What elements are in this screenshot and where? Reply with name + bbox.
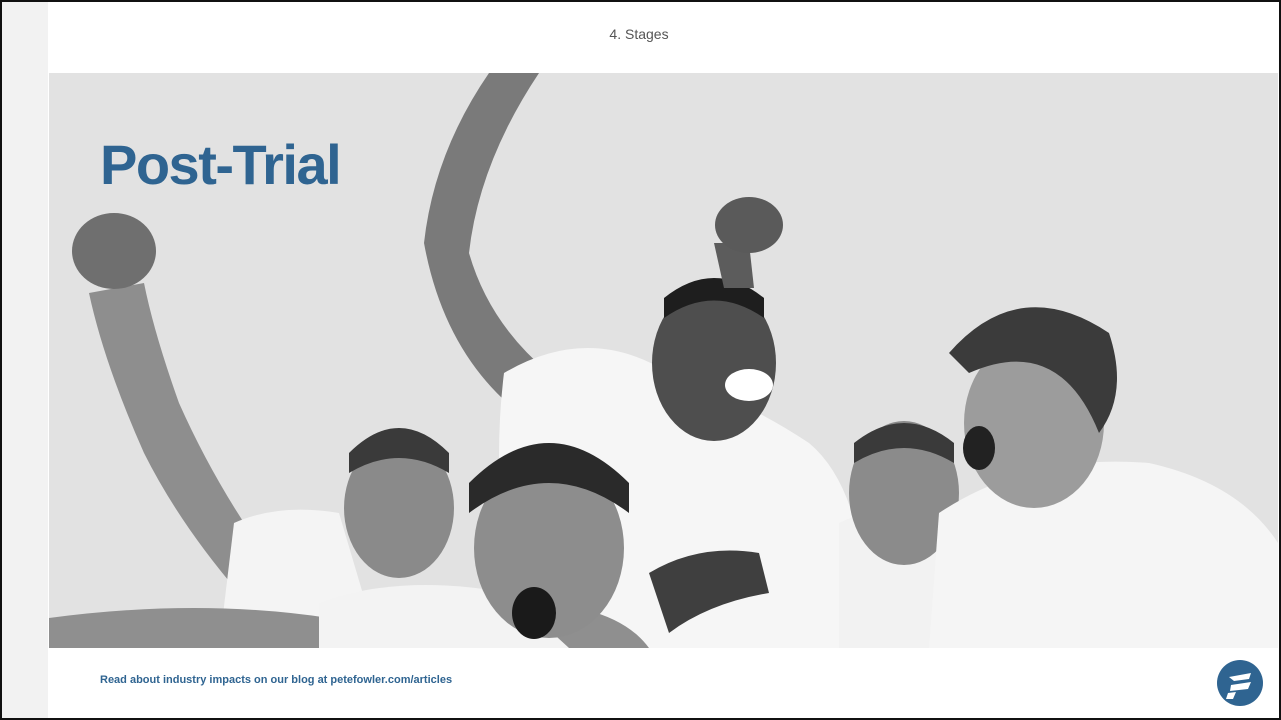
section-label: 4. Stages bbox=[609, 26, 669, 42]
left-rail bbox=[2, 2, 48, 718]
slide-title: Post-Trial bbox=[100, 133, 342, 196]
blog-link[interactable]: Read about industry impacts on our blog … bbox=[100, 674, 452, 686]
pete-fowler-logo-icon[interactable] bbox=[1216, 659, 1264, 707]
